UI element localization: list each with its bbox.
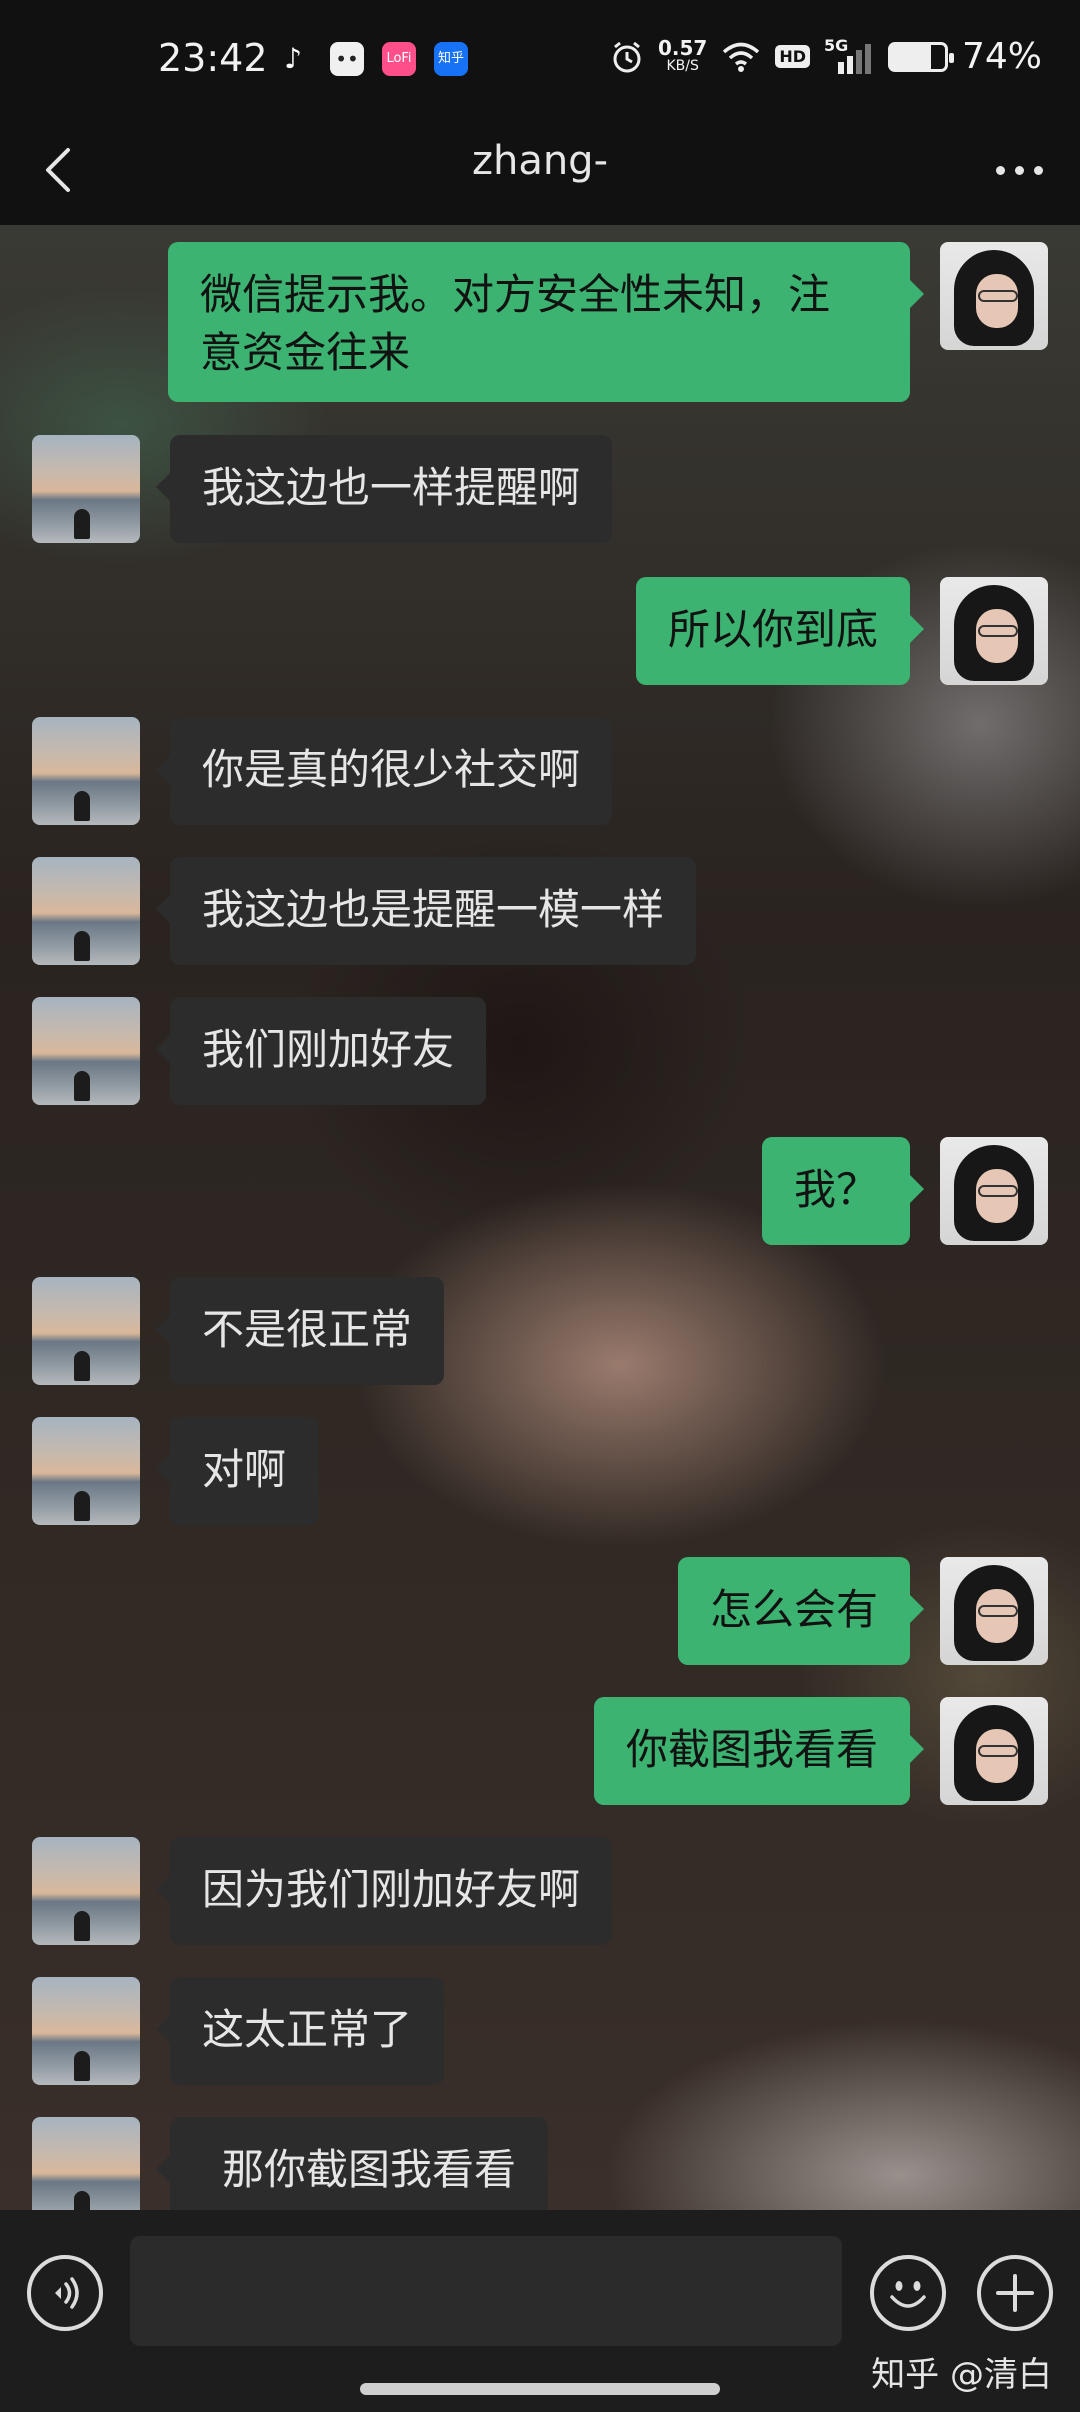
message-bubble-sent[interactable]: 我？ — [761, 1137, 925, 1245]
contact-avatar[interactable] — [32, 1417, 140, 1525]
my-avatar[interactable] — [940, 242, 1048, 350]
message-bubble-received[interactable]: 我这边也一样提醒啊 — [155, 435, 613, 543]
voice-icon — [55, 2277, 79, 2309]
contact-avatar[interactable] — [32, 1277, 140, 1385]
message-bubble-sent[interactable]: 怎么会有 — [677, 1557, 925, 1665]
zhihu-watermark: 知乎 @清白 — [871, 2355, 1052, 2395]
my-avatar[interactable] — [940, 577, 1048, 685]
message-bubble-sent[interactable]: 微信提示我。对方安全性未知，注 意资金往来 — [168, 242, 924, 402]
message-bubble-sent[interactable]: 你截图我看看 — [593, 1697, 925, 1805]
my-avatar[interactable] — [940, 1697, 1048, 1805]
status-time: 23:42 — [158, 36, 268, 80]
battery-icon — [887, 41, 954, 72]
home-indicator[interactable] — [360, 2383, 720, 2395]
contact-avatar[interactable] — [32, 1977, 140, 2085]
network-speed-unit: KB/S — [666, 57, 699, 74]
input-bar: 知乎 @清白 — [0, 2210, 1080, 2412]
voice-button[interactable] — [27, 2255, 103, 2331]
network-speed-value: 0.57 — [657, 35, 708, 60]
network-speed: 0.57 KB/S — [657, 35, 708, 75]
alarm-icon — [613, 41, 641, 72]
message-bubble-sent[interactable]: 所以你到底 — [635, 577, 925, 685]
contact-avatar[interactable] — [32, 435, 140, 543]
message-bubble-received[interactable]: 因为我们刚加好友啊 — [155, 1837, 613, 1945]
lofter-icon: LoFi — [382, 42, 416, 76]
tiktok-icon: ♪ — [276, 42, 310, 76]
contact-avatar[interactable] — [32, 857, 140, 965]
message-bubble-received[interactable]: 对啊 — [155, 1417, 319, 1525]
more-options-button[interactable] — [984, 140, 1054, 200]
chat-title: zhang- — [471, 138, 609, 184]
lofter-badge-text: LoFi — [386, 51, 412, 66]
message-bubble-received[interactable]: 不是很正常 — [155, 1277, 445, 1385]
contact-avatar[interactable] — [32, 2117, 140, 2210]
contact-avatar[interactable] — [32, 1837, 140, 1945]
my-avatar[interactable] — [940, 1557, 1048, 1665]
plus-icon — [996, 2274, 1034, 2312]
my-avatar[interactable] — [940, 1137, 1048, 1245]
emoji-icon — [890, 2281, 926, 2308]
network-type-label: 5G — [823, 35, 849, 55]
hd-label: HD — [779, 47, 806, 66]
message-bubble-received[interactable]: 我们刚加好友 — [155, 997, 487, 1105]
message-bubble-received[interactable]: 我这边也是提醒一模一样 — [155, 857, 697, 965]
message-bubble-received[interactable]: 你是真的很少社交啊 — [155, 717, 613, 825]
contact-avatar[interactable] — [32, 997, 140, 1105]
more-functions-button[interactable] — [977, 2255, 1053, 2331]
status-bar: 23:42 ♪ •• LoFi 知乎 0.57 KB/S HD 5G 74% — [0, 0, 1080, 120]
message-text-line: 微信提示我。对方安全性未知，注 — [200, 270, 831, 319]
battery-percent: 74% — [961, 36, 1042, 77]
message-input[interactable] — [130, 2236, 842, 2346]
more-dots-icon — [995, 165, 1005, 175]
wifi-icon — [723, 42, 760, 72]
message-bubble-received[interactable]: 那你截图我看看 — [155, 2117, 549, 2210]
message-list[interactable]: 微信提示我。对方安全性未知，注 意资金往来 我这边也一样提醒啊 所以你到底 你是… — [0, 225, 1080, 2210]
cellular-signal: 5G — [824, 36, 874, 74]
status-indicators: 0.57 KB/S HD 5G 74% — [610, 36, 1042, 77]
chat-screen: 23:42 ♪ •• LoFi 知乎 0.57 KB/S HD 5G 74% z… — [0, 0, 1080, 2412]
chat-header: zhang- — [0, 120, 1080, 225]
bilibili-tv-icon: •• — [330, 42, 364, 76]
zhihu-app-icon: 知乎 — [434, 42, 468, 76]
message-text-line: 意资金往来 — [200, 328, 411, 377]
battery-level-fill — [890, 44, 931, 69]
message-bubble-received[interactable]: 这太正常了 — [155, 1977, 445, 2085]
contact-avatar[interactable] — [32, 717, 140, 825]
hd-badge: HD — [775, 45, 810, 68]
emoji-button[interactable] — [870, 2255, 946, 2331]
zhihu-badge-text: 知乎 — [437, 51, 464, 66]
